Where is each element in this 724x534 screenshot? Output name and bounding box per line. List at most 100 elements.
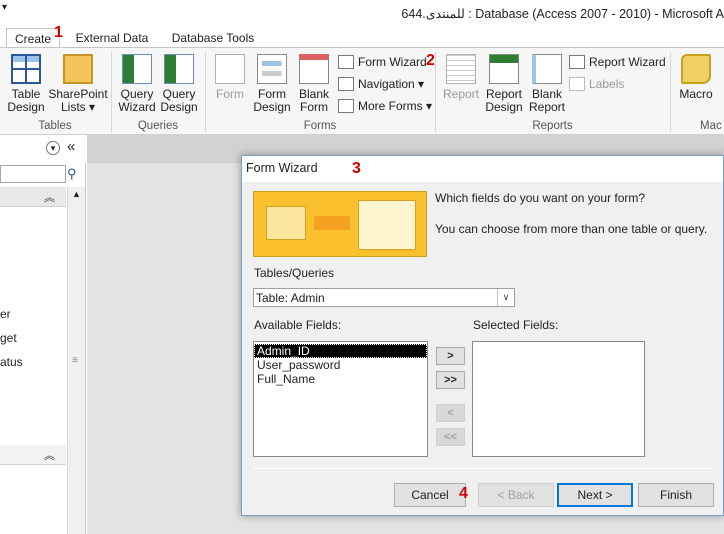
cancel-button[interactable]: Cancel	[394, 483, 466, 507]
form-wizard-icon	[338, 55, 354, 69]
navigation-button[interactable]: Navigation ▾	[338, 75, 424, 93]
nav-list-item[interactable]: atus	[0, 355, 23, 369]
report-design-button[interactable]: Report Design	[482, 54, 526, 114]
report-icon	[446, 54, 476, 84]
search-icon[interactable]: ⚲	[67, 166, 77, 182]
query-design-button[interactable]: Query Design	[158, 54, 200, 114]
finish-button[interactable]: Finish	[638, 483, 714, 507]
blank-form-icon	[299, 54, 329, 84]
nav-list-item[interactable]: er	[0, 307, 11, 321]
tables-queries-label: Tables/Queries	[254, 266, 335, 280]
nav-group-header[interactable]: ︽	[0, 445, 66, 465]
ribbon: Table Design SharePoint Lists ▾ Tables Q…	[0, 47, 724, 135]
dialog-title-text: Form Wizard	[246, 161, 318, 175]
dialog-title: Form Wizard	[242, 156, 723, 182]
window-title: 644.للمنتدى : Database (Access 2007 - 20…	[401, 6, 724, 21]
next-button[interactable]: Next >	[557, 483, 633, 507]
nav-collapse-icon[interactable]: «	[67, 138, 75, 155]
group-label-forms: Forms	[303, 120, 337, 132]
banner-table-graphic	[266, 206, 306, 240]
navigation-label: Navigation ▾	[358, 77, 425, 91]
nav-group-header[interactable]: ︽	[0, 187, 66, 207]
dialog-separator	[253, 468, 714, 469]
report-design-icon	[489, 54, 519, 84]
sharepoint-lists-button[interactable]: SharePoint Lists ▾	[48, 54, 108, 114]
add-field-button[interactable]: >	[436, 347, 465, 365]
tab-database-tools[interactable]: Database Tools	[166, 28, 260, 48]
form-design-icon	[257, 54, 287, 84]
form-wizard-label: Form Wizard	[358, 55, 427, 69]
nav-dropdown-icon[interactable]: ▾	[46, 141, 60, 155]
add-all-fields-button[interactable]: >>	[436, 371, 465, 389]
back-button[interactable]: < Back	[478, 483, 554, 507]
report-button[interactable]: Report	[440, 54, 482, 101]
more-forms-label: More Forms ▾	[358, 99, 433, 113]
form-label: Form	[216, 87, 244, 101]
query-wizard-label-2: Wizard	[118, 100, 156, 114]
table-design-button[interactable]: Table Design	[4, 54, 48, 114]
form-design-label-2: Design	[253, 100, 291, 114]
collapse-group-icon[interactable]: ︽	[44, 447, 55, 463]
collapse-group-icon[interactable]: ︽	[44, 189, 55, 205]
list-item[interactable]: Admin_ID	[254, 344, 427, 358]
form-wizard-dialog: Form Wizard 3 Which fields do you want o…	[241, 155, 724, 516]
labels-label: Labels	[589, 77, 625, 91]
nav-pane-header: ▾ «	[0, 135, 86, 163]
query-design-icon	[164, 54, 194, 84]
group-label-macros: Mac	[700, 120, 722, 132]
blank-form-label-2: Form	[300, 100, 328, 114]
query-wizard-icon	[122, 54, 152, 84]
tab-external-data[interactable]: External Data	[70, 28, 154, 48]
report-wizard-icon	[569, 55, 585, 69]
labels-button[interactable]: Labels	[569, 75, 624, 93]
blank-report-icon	[532, 54, 562, 84]
wizard-hint: You can choose from more than one table …	[435, 222, 708, 236]
nav-list-item[interactable]: get	[0, 331, 17, 345]
window-title-main: Database (Access 2007 - 2010) - Microsof…	[475, 7, 724, 21]
available-fields-label: Available Fields:	[254, 318, 342, 332]
window-title-prefix: 644.للمنتدى :	[401, 7, 472, 21]
list-item[interactable]: User_password	[254, 358, 427, 372]
marker-2: 2	[426, 52, 435, 69]
tables-queries-select[interactable]: Table: Admin ∨	[253, 288, 515, 307]
sharepoint-lists-icon	[63, 54, 93, 84]
list-item[interactable]: Full_Name	[254, 372, 427, 386]
group-label-tables: Tables	[38, 120, 72, 132]
selected-fields-list[interactable]	[472, 341, 645, 457]
wizard-banner-image	[253, 191, 427, 257]
blank-form-button[interactable]: Blank Form	[294, 54, 334, 114]
query-wizard-button[interactable]: Query Wizard	[116, 54, 158, 114]
wizard-question: Which fields do you want on your form?	[435, 191, 646, 205]
ribbon-tabs: Create 1 External Data Database Tools	[0, 24, 724, 48]
scroll-grip-icon[interactable]: ≡	[72, 355, 78, 366]
scroll-up-icon[interactable]: ▲	[72, 189, 81, 199]
form-button[interactable]: Form	[210, 54, 250, 101]
remove-field-button[interactable]: <	[436, 404, 465, 422]
banner-arrow-graphic	[314, 216, 350, 230]
marker-1: 1	[54, 24, 63, 41]
chevron-down-icon[interactable]: ∨	[497, 289, 514, 306]
group-separator	[670, 52, 671, 132]
nav-scrollbar[interactable]: ▲ ≡	[67, 187, 85, 534]
remove-all-fields-button[interactable]: <<	[436, 428, 465, 446]
nav-search-input[interactable]	[0, 165, 66, 183]
blank-report-label-2: Report	[528, 100, 566, 114]
report-wizard-label: Report Wizard	[589, 55, 666, 69]
marker-3: 3	[352, 160, 361, 177]
title-bar: ▾ 644.للمنتدى : Database (Access 2007 - …	[0, 0, 724, 24]
more-forms-button[interactable]: More Forms ▾	[338, 97, 432, 115]
form-wizard-button[interactable]: Form Wizard	[338, 53, 427, 71]
report-wizard-button[interactable]: Report Wizard	[569, 53, 666, 71]
tables-queries-value: Table: Admin	[256, 291, 325, 305]
blank-report-button[interactable]: Blank Report	[526, 54, 568, 114]
form-design-button[interactable]: Form Design	[251, 54, 293, 114]
selected-fields-label: Selected Fields:	[473, 318, 559, 332]
tab-create[interactable]: Create	[6, 28, 60, 48]
macro-button[interactable]: Macro	[676, 54, 716, 101]
marker-4: 4	[459, 485, 468, 502]
macro-label: Macro	[679, 87, 713, 101]
navigation-icon	[338, 77, 354, 91]
sharepoint-label-2: Lists ▾	[60, 100, 96, 114]
available-fields-list[interactable]: Admin_ID User_password Full_Name	[253, 341, 428, 457]
quick-access-dropdown-icon[interactable]: ▾	[2, 2, 7, 13]
